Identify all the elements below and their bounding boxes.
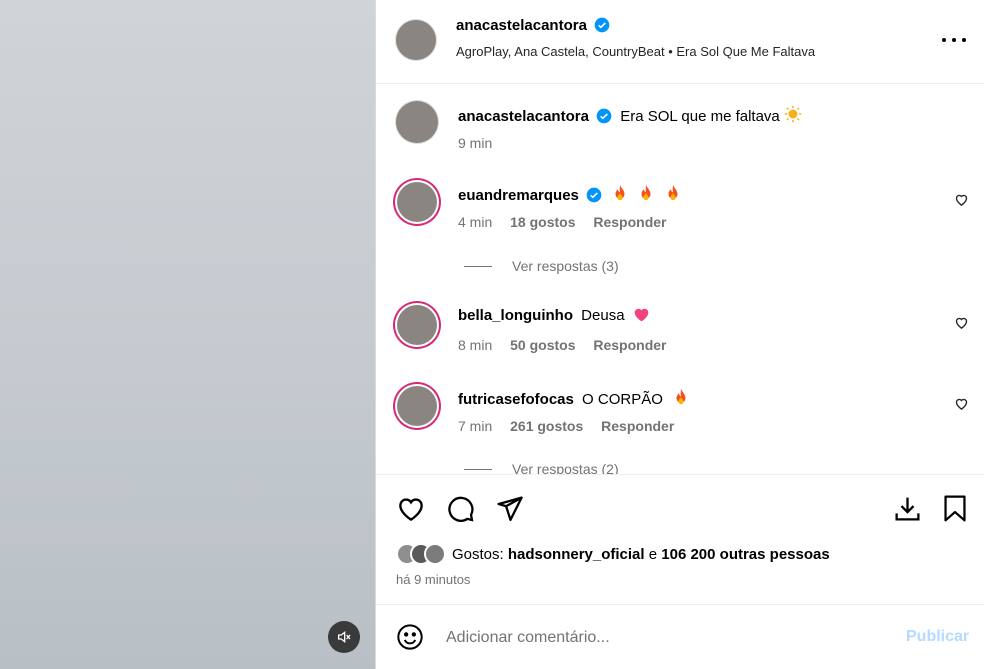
caption: anacastelacantora Era SOL que me faltava…: [376, 101, 984, 157]
liker-avatar[interactable]: [424, 543, 446, 565]
fire-emoji: [612, 184, 628, 206]
reply-button[interactable]: Responder: [593, 337, 666, 353]
likes-summary: Gostos: hadsonnery_oficial e 106 200 out…: [396, 543, 830, 565]
comment-likes[interactable]: 261 gostos: [510, 418, 583, 434]
comment-item: euandremarques 4 min 18 gostos Responder: [376, 182, 984, 244]
author-avatar[interactable]: [396, 20, 436, 60]
save-icon[interactable]: [942, 494, 968, 523]
comment-icon[interactable]: [446, 494, 475, 523]
caption-username[interactable]: anacastelacantora: [458, 108, 589, 125]
audio-line[interactable]: AgroPlay, Ana Castela, CountryBeat • Era…: [456, 44, 815, 59]
commenter-username[interactable]: euandremarques: [458, 187, 579, 204]
comment-item: bella_longuinho Deusa 8 min 50 gostos Re…: [376, 305, 984, 367]
comment-composer: Publicar: [376, 606, 984, 669]
like-comment-icon[interactable]: [954, 396, 969, 411]
more-options-button[interactable]: [942, 30, 966, 50]
commenter-avatar[interactable]: [397, 182, 437, 222]
like-comment-icon[interactable]: [954, 192, 969, 207]
more-icon: [942, 38, 946, 42]
comment-text: Deusa: [581, 307, 625, 324]
commenter-username[interactable]: futricasefofocas: [458, 391, 574, 408]
verified-icon: [594, 17, 610, 33]
heart-icon[interactable]: [396, 494, 426, 524]
fire-emoji: [638, 184, 654, 206]
like-comment-icon[interactable]: [954, 315, 969, 330]
comment-item: futricasefofocas O CORPÃO 7 min 261 gost…: [376, 386, 984, 448]
view-replies-button[interactable]: Ver respostas (2): [464, 461, 619, 474]
comment-time: 8 min: [458, 337, 493, 353]
comment-input[interactable]: [446, 626, 886, 650]
author-username[interactable]: anacastelacantora: [456, 17, 587, 34]
emoji-icon[interactable]: [396, 623, 424, 651]
share-icon[interactable]: [495, 494, 524, 523]
likes-others[interactable]: 106 200 outras pessoas: [661, 546, 829, 563]
post-dialog: anacastelacantora AgroPlay, Ana Castela,…: [0, 0, 984, 669]
likes-joiner: e: [648, 545, 658, 563]
verified-icon: [596, 108, 612, 124]
commenter-avatar[interactable]: [397, 305, 437, 345]
mute-button[interactable]: [328, 621, 360, 653]
comment-time: 7 min: [458, 418, 493, 434]
comment-likes[interactable]: 50 gostos: [510, 337, 575, 353]
caption-time: 9 min: [458, 135, 493, 151]
download-icon[interactable]: [893, 494, 922, 523]
commenter-username[interactable]: bella_longuinho: [458, 307, 573, 324]
mute-icon: [338, 630, 351, 644]
likes-prefix: Gostos:: [452, 545, 504, 563]
comment-text: O CORPÃO: [582, 391, 663, 408]
fire-emoji: [673, 388, 689, 410]
post-sidebar: anacastelacantora AgroPlay, Ana Castela,…: [376, 0, 984, 669]
caption-avatar[interactable]: [396, 101, 438, 143]
post-time[interactable]: há 9 minutos: [396, 572, 470, 587]
commenter-avatar[interactable]: [397, 386, 437, 426]
fire-emoji: [665, 184, 681, 206]
post-header: anacastelacantora AgroPlay, Ana Castela,…: [376, 0, 984, 84]
view-replies-button[interactable]: Ver respostas (3): [464, 258, 619, 274]
post-actions: Gostos: hadsonnery_oficial e 106 200 out…: [376, 474, 984, 605]
pink-heart-emoji: [634, 308, 649, 322]
post-media[interactable]: [0, 0, 376, 669]
likes-user[interactable]: hadsonnery_oficial: [508, 546, 645, 563]
reply-button[interactable]: Responder: [593, 214, 666, 230]
verified-icon: [586, 187, 602, 203]
comment-time: 4 min: [458, 214, 493, 230]
publish-button[interactable]: Publicar: [906, 628, 969, 646]
comments-list[interactable]: anacastelacantora Era SOL que me faltava…: [376, 85, 984, 474]
caption-text: Era SOL que me faltava: [620, 108, 780, 125]
reply-button[interactable]: Responder: [601, 418, 674, 434]
comment-likes[interactable]: 18 gostos: [510, 214, 575, 230]
sun-emoji: [784, 105, 802, 123]
